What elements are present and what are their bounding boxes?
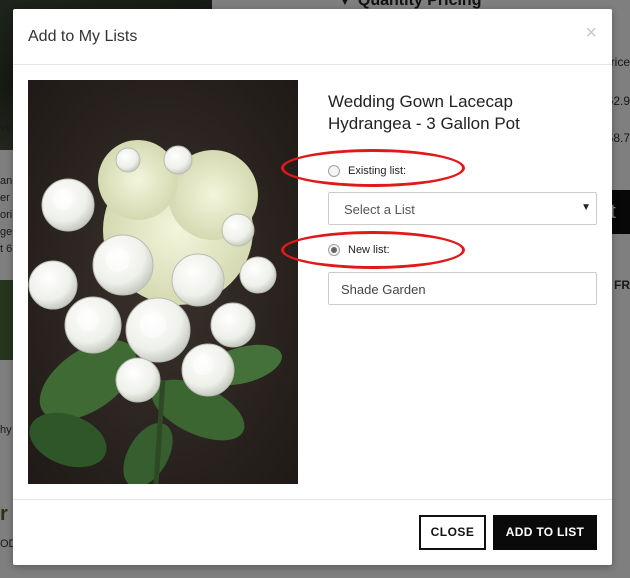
- existing-list-option[interactable]: Existing list:: [328, 165, 406, 177]
- existing-list-label[interactable]: Existing list:: [348, 165, 406, 177]
- list-select[interactable]: Select a List ▼: [328, 192, 597, 225]
- new-list-name-input[interactable]: Shade Garden: [328, 272, 597, 305]
- modal-title: Add to My Lists: [28, 28, 138, 45]
- add-to-list-modal: Add to My Lists × Wedding Gown Lacecap H…: [13, 9, 612, 565]
- close-button[interactable]: CLOSE: [419, 515, 486, 550]
- product-name: Wedding Gown Lacecap Hydrangea - 3 Gallo…: [328, 92, 520, 133]
- chevron-down-icon: ▼: [581, 202, 591, 213]
- new-list-label[interactable]: New list:: [348, 244, 390, 256]
- list-select-value: Select a List: [344, 202, 415, 217]
- add-to-list-button[interactable]: ADD TO LIST: [493, 515, 597, 550]
- close-icon[interactable]: ×: [585, 23, 597, 43]
- new-list-option[interactable]: New list:: [328, 244, 390, 256]
- modal-footer-divider: [13, 499, 612, 500]
- hydrangea-photo: [28, 80, 298, 484]
- product-image: [28, 80, 298, 484]
- modal-header: Add to My Lists ×: [13, 9, 612, 65]
- existing-list-radio[interactable]: [328, 165, 340, 177]
- new-list-name-value: Shade Garden: [341, 282, 426, 297]
- new-list-radio[interactable]: [328, 244, 340, 256]
